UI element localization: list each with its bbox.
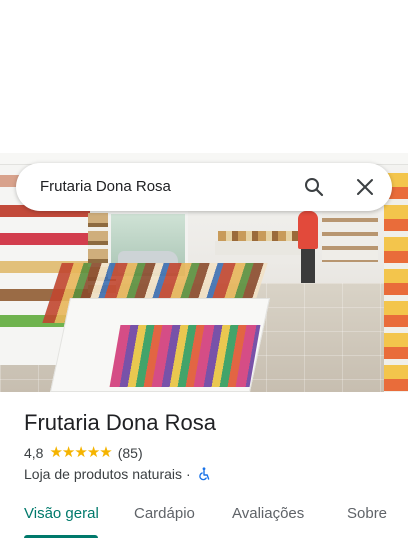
- active-tab-indicator: [24, 535, 98, 538]
- tab-overview[interactable]: Visão geral: [24, 505, 99, 523]
- photo-right-shelf: [322, 208, 378, 262]
- tab-reviews[interactable]: Avaliações: [232, 505, 304, 523]
- tab-menu[interactable]: Cardápio: [134, 505, 195, 523]
- wheelchair-icon: [197, 467, 211, 481]
- star-icon: ★: [86, 444, 100, 461]
- close-icon[interactable]: [355, 177, 375, 197]
- star-icon: ★: [74, 444, 87, 461]
- star-icon: ★: [99, 444, 112, 461]
- map-blank-area: [0, 0, 408, 153]
- star-rating: ★ ★ ★ ★ ★: [49, 444, 112, 461]
- photo-far-right-shelf: [384, 173, 408, 392]
- place-tabs: Visão geral Cardápio Avaliações Sobre: [0, 498, 408, 544]
- photo-person: [298, 211, 318, 249]
- search-icon[interactable]: [304, 177, 324, 197]
- tab-about[interactable]: Sobre: [347, 505, 387, 523]
- star-icon: ★: [61, 444, 75, 461]
- star-icon: ★: [49, 444, 62, 461]
- photo-person-legs: [301, 249, 315, 283]
- search-query[interactable]: Frutaria Dona Rosa: [40, 178, 171, 196]
- place-category: Loja de produtos naturais: [24, 466, 182, 482]
- photo-counter-goods-front: [109, 325, 261, 387]
- search-bar[interactable]: Frutaria Dona Rosa: [16, 163, 392, 211]
- photo-middle-table: [215, 241, 305, 255]
- separator-dot: ·: [186, 466, 191, 482]
- review-count[interactable]: (85): [118, 445, 143, 461]
- category-row: Loja de produtos naturais ·: [24, 465, 211, 483]
- rating-row[interactable]: 4,8 ★ ★ ★ ★ ★ (85): [24, 444, 143, 462]
- rating-value: 4,8: [24, 445, 44, 461]
- place-title: Frutaria Dona Rosa: [24, 410, 216, 435]
